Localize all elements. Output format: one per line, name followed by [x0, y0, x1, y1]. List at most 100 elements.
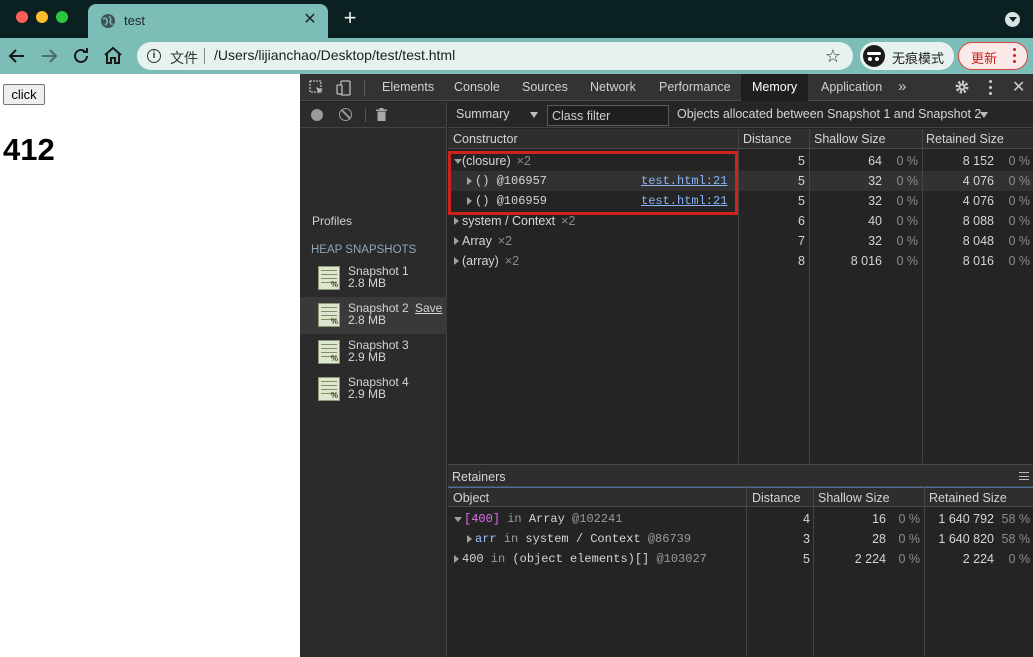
table-row[interactable]: () @106959 test.html:21 5 32 0 % 4 076 0…: [448, 191, 1033, 211]
expand-triangle-icon[interactable]: [467, 177, 472, 185]
expand-triangle-icon[interactable]: [454, 517, 462, 522]
devtools-tab-bar: Elements Console Sources Network Perform…: [300, 74, 1033, 101]
table-row[interactable]: () @106957 test.html:21 5 32 0 % 4 076 0…: [448, 171, 1033, 191]
forward-button[interactable]: [37, 44, 61, 68]
retained-size-value: 4 076: [962, 174, 994, 188]
table-row[interactable]: 400 in (object elements)[] @103027 5 2 2…: [448, 549, 1033, 569]
table-row[interactable]: Array ×2 7 32 0 % 8 048 0 %: [448, 231, 1033, 251]
kebab-menu-icon[interactable]: [989, 80, 993, 96]
retained-size-percent: 0 %: [1008, 552, 1030, 566]
incognito-indicator[interactable]: 无痕模式: [860, 42, 954, 70]
table-row[interactable]: [400] in Array @102241 4 16 0 % 1 640 79…: [448, 509, 1033, 529]
shallow-size-value: 40: [868, 214, 882, 228]
table-row[interactable]: arr in system / Context @86739 3 28 0 % …: [448, 529, 1033, 549]
column-header-constructor[interactable]: Constructor: [453, 132, 518, 146]
more-tabs-icon[interactable]: »: [898, 78, 906, 95]
shallow-size-percent: 0 %: [898, 532, 920, 546]
expand-triangle-icon[interactable]: [454, 237, 459, 245]
snapshot-item[interactable]: Snapshot 3 2.9 MB: [300, 334, 447, 371]
column-header-object[interactable]: Object: [453, 491, 489, 505]
save-snapshot-link[interactable]: Save: [415, 301, 442, 315]
retainer-in: in: [483, 552, 513, 566]
trash-icon[interactable]: [376, 108, 387, 121]
allocation-filter-select[interactable]: Objects allocated between Snapshot 1 and…: [677, 107, 981, 121]
instance-count: ×2: [516, 154, 531, 168]
tab-elements[interactable]: Elements: [371, 74, 445, 101]
tab-network[interactable]: Network: [579, 74, 647, 101]
source-link[interactable]: test.html:21: [641, 194, 727, 208]
reload-icon: [74, 48, 88, 63]
arrow-left-icon: [8, 49, 24, 63]
distance-value: 3: [803, 532, 810, 546]
view-mode-select[interactable]: Summary: [456, 107, 509, 121]
shallow-size-percent: 0 %: [898, 552, 920, 566]
column-header-shallow-size[interactable]: Shallow Size: [814, 132, 886, 146]
tab-application[interactable]: Application: [810, 74, 893, 101]
click-button[interactable]: click: [3, 84, 45, 105]
expand-triangle-icon[interactable]: [454, 217, 459, 225]
tab-console[interactable]: Console: [443, 74, 511, 101]
retained-size-value: 8 048: [962, 234, 994, 248]
hamburger-menu-icon[interactable]: [1019, 472, 1029, 480]
snapshot-item[interactable]: Snapshot 2 2.8 MB Save: [300, 297, 447, 334]
instance-count: ×2: [504, 254, 520, 268]
scheme-label: 文件: [170, 50, 198, 66]
column-header-distance[interactable]: Distance: [752, 491, 801, 505]
shallow-size-percent: 0 %: [896, 154, 918, 168]
inspect-element-icon[interactable]: [309, 80, 325, 96]
reload-button[interactable]: [69, 44, 93, 68]
window-maximize-button[interactable]: [56, 11, 68, 23]
tab-search-icon[interactable]: [1005, 12, 1020, 27]
tab-performance[interactable]: Performance: [648, 74, 742, 101]
column-header-distance[interactable]: Distance: [743, 132, 792, 146]
distance-value: 6: [798, 214, 805, 228]
expand-triangle-icon[interactable]: [454, 159, 462, 164]
expand-triangle-icon[interactable]: [467, 197, 472, 205]
retainer-type: system / Context: [525, 532, 641, 546]
home-icon: [104, 46, 122, 64]
bookmark-star-icon[interactable]: ☆: [825, 46, 841, 66]
class-filter-input[interactable]: [547, 105, 669, 126]
snapshot-item[interactable]: Snapshot 1 2.8 MB: [300, 260, 447, 297]
gear-icon[interactable]: [954, 79, 970, 95]
record-icon[interactable]: [311, 109, 323, 121]
retainer-path: [400] in Array @102241: [464, 512, 622, 526]
expand-triangle-icon[interactable]: [454, 555, 459, 563]
tab-memory[interactable]: Memory: [741, 74, 809, 101]
tab-sources[interactable]: Sources: [511, 74, 579, 101]
column-header-shallow-size[interactable]: Shallow Size: [818, 491, 890, 505]
retainer-path: arr in system / Context @86739: [475, 532, 691, 546]
back-button[interactable]: [5, 44, 29, 68]
column-header-retained-size[interactable]: Retained Size: [929, 491, 1007, 505]
new-tab-button[interactable]: +: [340, 7, 360, 30]
incognito-label: 无痕模式: [892, 51, 945, 66]
device-toolbar-icon[interactable]: [336, 80, 352, 96]
info-icon[interactable]: i: [147, 49, 161, 63]
retainer-edge: 400: [462, 552, 484, 566]
browser-tab[interactable]: test ✕: [88, 4, 328, 38]
tab-close-icon[interactable]: ✕: [300, 10, 320, 30]
distance-value: 4: [803, 512, 810, 526]
snapshot-item[interactable]: Snapshot 4 2.9 MB: [300, 371, 447, 408]
update-button[interactable]: 更新: [958, 42, 1028, 70]
expand-triangle-icon[interactable]: [454, 257, 459, 265]
table-row[interactable]: (closure) ×2 5 64 0 % 8 152 0 %: [448, 151, 1033, 171]
distance-value: 5: [798, 154, 805, 168]
window-minimize-button[interactable]: [36, 11, 48, 23]
kebab-menu-icon: [1013, 48, 1017, 64]
retainers-header: Retainers: [448, 464, 1033, 487]
table-row[interactable]: (array) ×2 8 8 016 0 % 8 016 0 %: [448, 251, 1033, 271]
url-text[interactable]: /Users/lijianchao/Desktop/test/test.html: [214, 47, 455, 63]
close-icon[interactable]: ✕: [1012, 77, 1025, 97]
address-bar[interactable]: i 文件 /Users/lijianchao/Desktop/test/test…: [137, 42, 853, 70]
window-close-button[interactable]: [16, 11, 28, 23]
source-link[interactable]: test.html:21: [641, 174, 727, 188]
column-header-retained-size[interactable]: Retained Size: [926, 132, 1004, 146]
counter-text: 412: [3, 132, 55, 167]
home-button[interactable]: [101, 44, 125, 68]
expand-triangle-icon[interactable]: [467, 535, 472, 543]
table-row[interactable]: system / Context ×2 6 40 0 % 8 088 0 %: [448, 211, 1033, 231]
column-divider: [746, 487, 747, 657]
retained-size-value: 1 640 820: [938, 532, 994, 546]
clear-icon[interactable]: [339, 108, 352, 121]
